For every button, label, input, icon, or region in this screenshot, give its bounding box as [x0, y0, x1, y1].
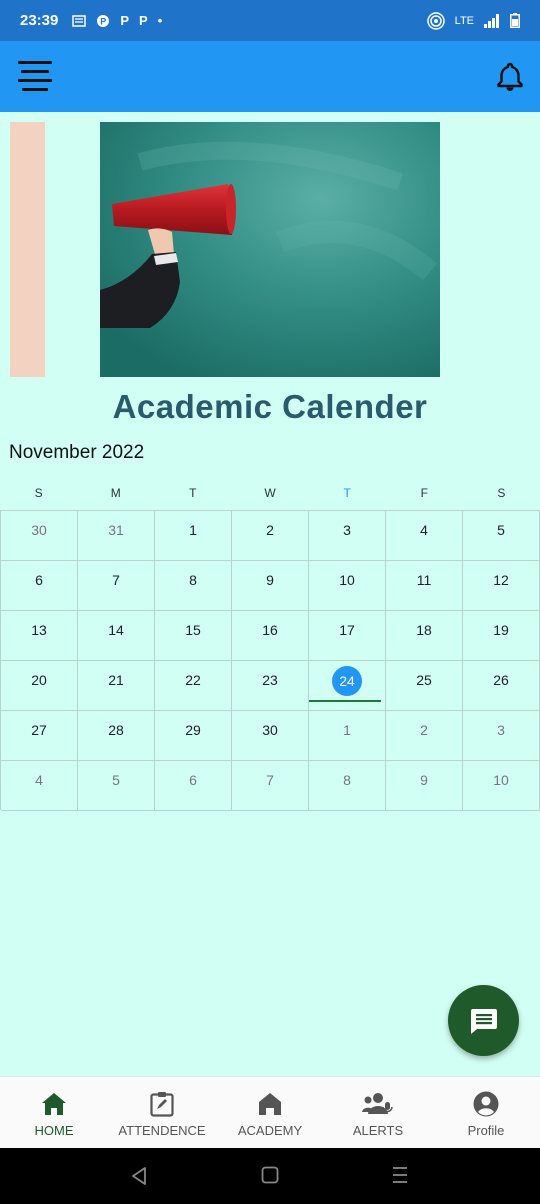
calendar-day-selected[interactable]: 24: [309, 661, 386, 711]
banner-previous-slide[interactable]: [10, 122, 45, 377]
calendar-day[interactable]: 26: [463, 661, 540, 711]
calendar-day[interactable]: 2: [232, 511, 309, 561]
home-button-icon[interactable]: [261, 1166, 279, 1184]
battery-icon: [510, 13, 520, 28]
status-time: 23:39: [20, 12, 59, 29]
nav-alerts[interactable]: ALERTS: [324, 1077, 432, 1148]
calendar-day[interactable]: 12: [463, 561, 540, 611]
nav-academy[interactable]: ACADEMY: [216, 1077, 324, 1148]
profile-icon: [473, 1091, 499, 1117]
calendar-day[interactable]: 3: [463, 711, 540, 761]
nav-alerts-label: ALERTS: [352, 1123, 404, 1138]
network-type: LTE: [454, 14, 474, 27]
calendar-day[interactable]: 14: [78, 611, 155, 661]
calendar-day[interactable]: 5: [78, 761, 155, 811]
back-icon[interactable]: [130, 1166, 148, 1186]
calendar-day[interactable]: 8: [155, 561, 232, 611]
app-bar: [0, 41, 540, 112]
calendar-day[interactable]: 23: [232, 661, 309, 711]
clipboard-icon: [150, 1091, 174, 1117]
calendar-day[interactable]: 17: [309, 611, 386, 661]
bell-icon[interactable]: [496, 62, 524, 92]
system-navigation-bar: [0, 1148, 540, 1204]
nav-home[interactable]: HOME: [0, 1077, 108, 1148]
calendar-day[interactable]: 2: [386, 711, 463, 761]
p-icon: P: [97, 14, 110, 27]
calendar-day[interactable]: 3: [309, 511, 386, 561]
calendar-weekday-header: S M T W T F S: [0, 486, 540, 504]
svg-text:P: P: [101, 16, 107, 26]
calendar-day[interactable]: 9: [232, 561, 309, 611]
weekday-mon: M: [110, 486, 121, 500]
status-right-icons: LTE: [426, 11, 520, 30]
recents-icon[interactable]: [392, 1166, 408, 1184]
calendar-day[interactable]: 1: [155, 511, 232, 561]
calendar-day[interactable]: 20: [1, 661, 78, 711]
calendar-day[interactable]: 6: [1, 561, 78, 611]
weekday-sat: S: [497, 486, 506, 500]
weekday-wed: W: [264, 486, 276, 500]
status-p-icon-1: P: [120, 13, 130, 28]
calendar-day[interactable]: 7: [78, 561, 155, 611]
calendar-day[interactable]: 10: [309, 561, 386, 611]
nav-profile-label: Profile: [467, 1123, 505, 1138]
megaphone-chalkboard-image[interactable]: [100, 122, 440, 377]
calendar-day[interactable]: 16: [232, 611, 309, 661]
status-p-icon-2: P: [139, 13, 148, 28]
menu-icon[interactable]: [14, 57, 56, 95]
nav-attendence-label: ATTENDENCE: [118, 1123, 206, 1138]
calendar-day[interactable]: 21: [78, 661, 155, 711]
academy-icon: [258, 1091, 282, 1117]
calendar-day[interactable]: 29: [155, 711, 232, 761]
calendar-day[interactable]: 25: [386, 661, 463, 711]
calendar-day[interactable]: 7: [232, 761, 309, 811]
calendar-day[interactable]: 1: [309, 711, 386, 761]
calendar-day[interactable]: 30: [1, 511, 78, 561]
calendar-day[interactable]: 31: [78, 511, 155, 561]
nav-academy-label: ACADEMY: [237, 1123, 303, 1138]
calendar-day[interactable]: 30: [232, 711, 309, 761]
calendar-grid: 30 31 1 2 3 4 5 6 7 8 9 10 11 12 13 14 1…: [0, 510, 540, 811]
calendar-day[interactable]: 13: [1, 611, 78, 661]
calendar-day[interactable]: 6: [155, 761, 232, 811]
status-bar: 23:39 P P P • LTE: [0, 0, 540, 41]
hotspot-icon: [426, 11, 445, 30]
chat-button[interactable]: [448, 985, 519, 1056]
nav-attendence[interactable]: ATTENDENCE: [108, 1077, 216, 1148]
page-title: Academic Calender: [112, 388, 428, 425]
news-icon: [72, 14, 87, 27]
calendar-day[interactable]: 5: [463, 511, 540, 561]
calendar-day[interactable]: 11: [386, 561, 463, 611]
calendar-day[interactable]: 18: [386, 611, 463, 661]
chat-icon: [470, 1008, 497, 1034]
calendar-day[interactable]: 15: [155, 611, 232, 661]
nav-profile[interactable]: Profile: [432, 1077, 540, 1148]
status-dot: •: [157, 13, 163, 28]
calendar-day[interactable]: 8: [309, 761, 386, 811]
bottom-navigation: HOME ATTENDENCE ACADEMY ALERTS Profile: [0, 1076, 540, 1148]
alerts-icon: [362, 1091, 394, 1117]
calendar-day[interactable]: 19: [463, 611, 540, 661]
weekday-sun: S: [34, 486, 43, 500]
calendar-day[interactable]: 28: [78, 711, 155, 761]
calendar-month-label[interactable]: November 2022: [9, 442, 144, 464]
calendar-day[interactable]: 22: [155, 661, 232, 711]
weekday-tue: T: [189, 486, 197, 500]
status-left-icons: P P P •: [72, 13, 162, 28]
home-icon: [41, 1091, 67, 1117]
calendar-day[interactable]: 9: [386, 761, 463, 811]
weekday-fri: F: [420, 486, 428, 500]
weekday-thu: T: [343, 486, 351, 500]
signal-icon: [484, 13, 499, 28]
calendar-day[interactable]: 4: [1, 761, 78, 811]
calendar-day[interactable]: 10: [463, 761, 540, 811]
calendar-day[interactable]: 4: [386, 511, 463, 561]
calendar-day[interactable]: 27: [1, 711, 78, 761]
nav-home-label: HOME: [34, 1123, 74, 1138]
